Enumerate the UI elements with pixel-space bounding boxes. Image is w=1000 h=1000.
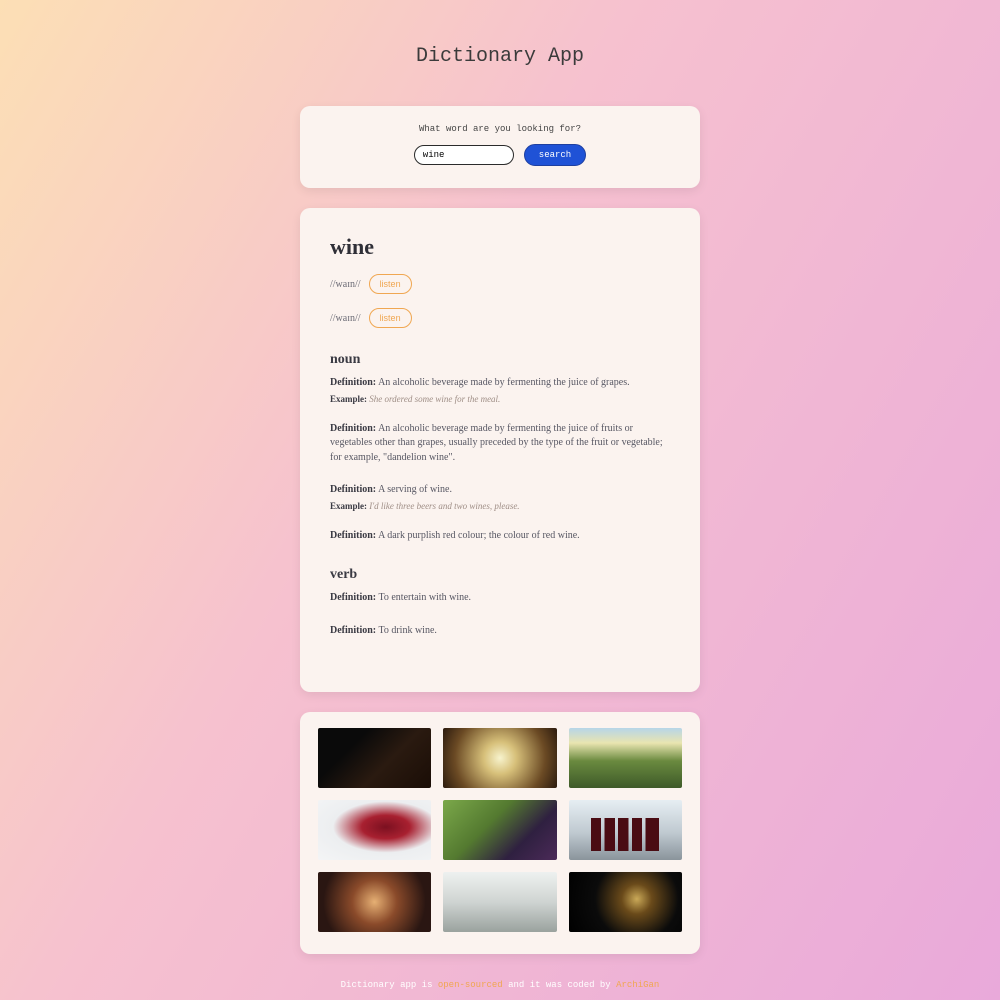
author-link[interactable]: ArchiGan [616, 980, 659, 990]
listen-button[interactable]: listen [369, 308, 412, 328]
search-input[interactable] [414, 145, 514, 165]
photo-thumbnail[interactable] [318, 872, 431, 932]
example-line: Example: I'd like three beers and two wi… [330, 501, 670, 511]
definition-block: Definition: A serving of wine. Example: … [330, 483, 670, 511]
definition-line: Definition: To drink wine. [330, 624, 670, 639]
definition-block: Definition: To drink wine. [330, 624, 670, 639]
definition-line: Definition: To entertain with wine. [330, 591, 670, 606]
photo-grid [318, 728, 682, 932]
search-prompt: What word are you looking for? [320, 124, 680, 134]
definition-line: Definition: A dark purplish red colour; … [330, 529, 670, 544]
definition-label: Definition: [330, 423, 376, 434]
definition-label: Definition: [330, 625, 376, 636]
definition-text: To drink wine. [378, 625, 436, 636]
definition-label: Definition: [330, 377, 376, 388]
definition-label: Definition: [330, 592, 376, 603]
entry-word: wine [330, 234, 670, 260]
part-of-speech: verb [330, 567, 670, 583]
photo-thumbnail[interactable] [569, 872, 682, 932]
definition-block: Definition: An alcoholic beverage made b… [330, 376, 670, 404]
part-of-speech: noun [330, 352, 670, 368]
phonetic-row: //waɪn// listen [330, 274, 670, 294]
photo-thumbnail[interactable] [569, 728, 682, 788]
example-label: Example: [330, 394, 367, 404]
photo-thumbnail[interactable] [569, 800, 682, 860]
definition-text: A dark purplish red colour; the colour o… [378, 530, 580, 541]
definition-text: A serving of wine. [378, 484, 452, 495]
photo-thumbnail[interactable] [443, 800, 556, 860]
definition-line: Definition: A serving of wine. [330, 483, 670, 498]
definition-block: Definition: A dark purplish red colour; … [330, 529, 670, 544]
result-card: wine //waɪn// listen //waɪn// listen nou… [300, 208, 700, 692]
definition-block: Definition: An alcoholic beverage made b… [330, 422, 670, 466]
page-title: Dictionary App [300, 45, 700, 68]
definition-text: To entertain with wine. [378, 592, 471, 603]
example-text: I'd like three beers and two wines, plea… [369, 501, 519, 511]
open-source-link[interactable]: open-sourced [438, 980, 503, 990]
definition-block: Definition: To entertain with wine. [330, 591, 670, 606]
example-text: She ordered some wine for the meal. [369, 394, 500, 404]
definition-line: Definition: An alcoholic beverage made b… [330, 376, 670, 391]
listen-button[interactable]: listen [369, 274, 412, 294]
footer: Dictionary app is open-sourced and it wa… [300, 980, 700, 990]
photo-thumbnail[interactable] [318, 800, 431, 860]
search-card: What word are you looking for? search [300, 106, 700, 188]
footer-text: and it was coded by [503, 980, 616, 990]
search-button[interactable]: search [524, 144, 586, 166]
definition-label: Definition: [330, 530, 376, 541]
definition-text: An alcoholic beverage made by fermenting… [330, 423, 663, 463]
example-line: Example: She ordered some wine for the m… [330, 394, 670, 404]
photo-thumbnail[interactable] [443, 872, 556, 932]
footer-text: Dictionary app is [341, 980, 438, 990]
example-label: Example: [330, 501, 367, 511]
search-row: search [320, 144, 680, 166]
phonetic-row: //waɪn// listen [330, 308, 670, 328]
phonetic-text: //waɪn// [330, 313, 361, 324]
photo-card [300, 712, 700, 954]
definition-label: Definition: [330, 484, 376, 495]
phonetic-text: //waɪn// [330, 279, 361, 290]
definition-line: Definition: An alcoholic beverage made b… [330, 422, 670, 466]
definition-text: An alcoholic beverage made by fermenting… [378, 377, 630, 388]
photo-thumbnail[interactable] [443, 728, 556, 788]
photo-thumbnail[interactable] [318, 728, 431, 788]
